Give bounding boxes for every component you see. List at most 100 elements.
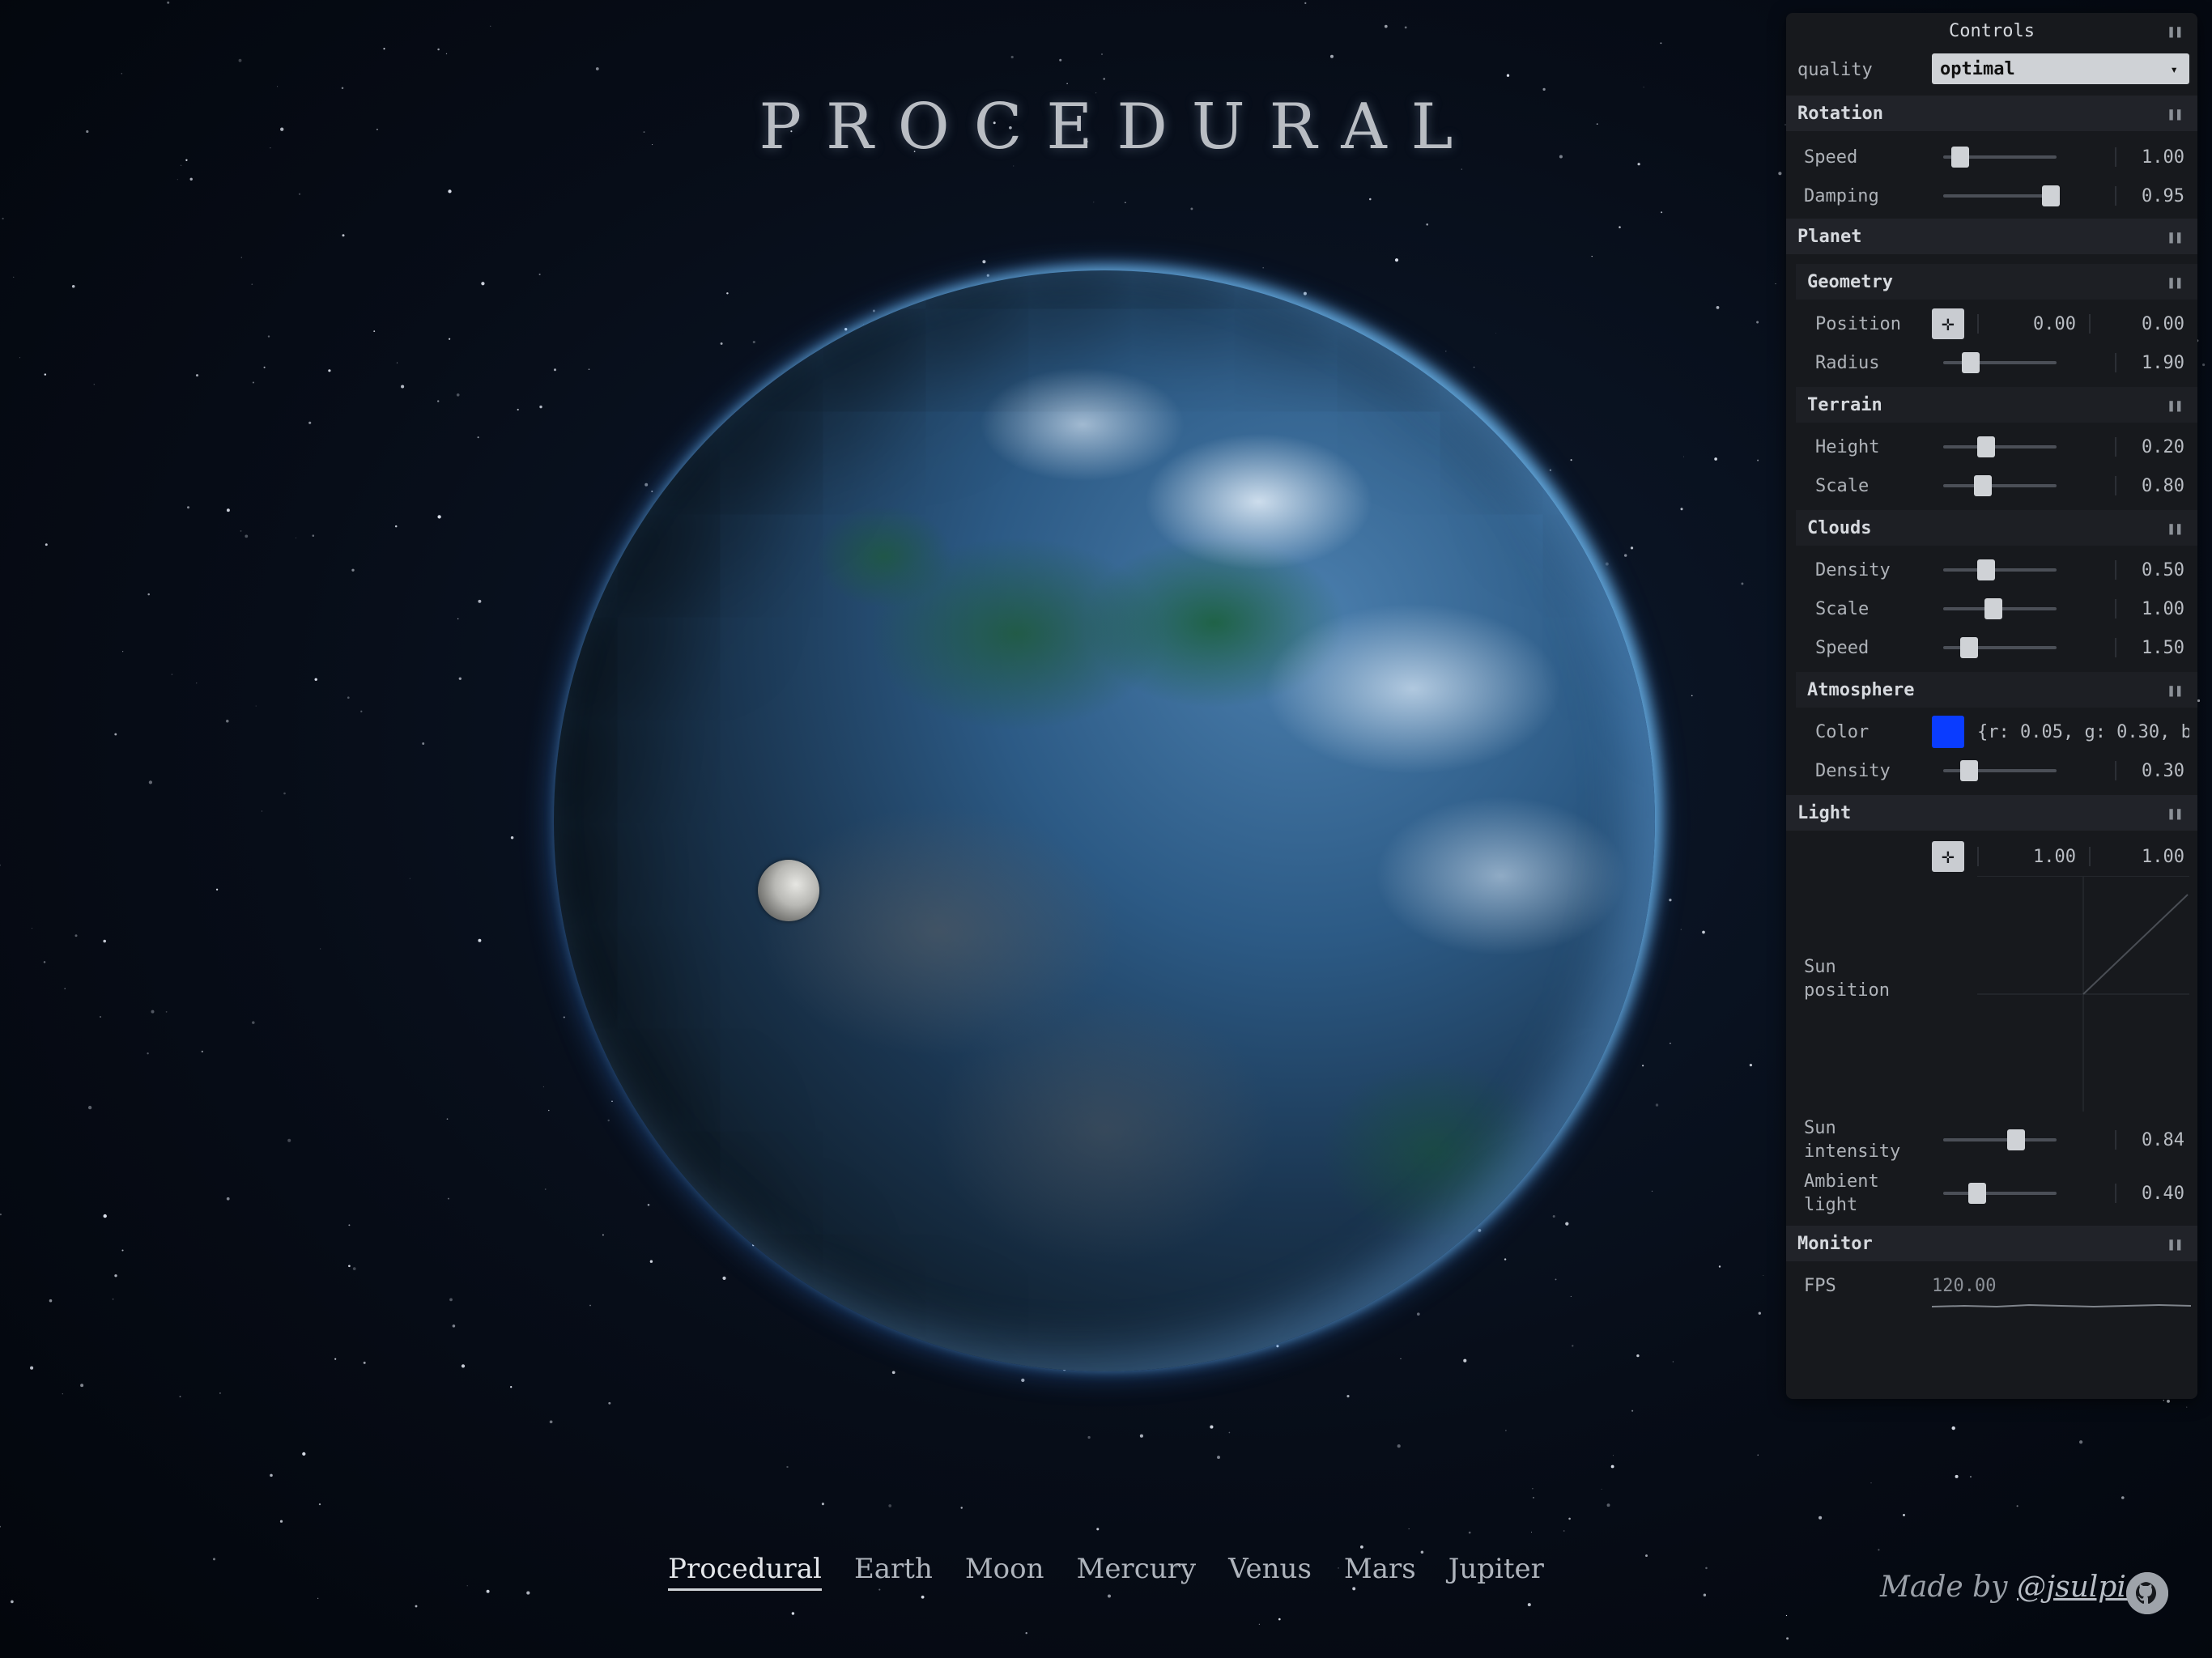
- quality-select[interactable]: optimal ▾: [1932, 53, 2189, 84]
- clouds-header[interactable]: Clouds ❚❚: [1796, 510, 2197, 546]
- planet[interactable]: [554, 270, 1655, 1371]
- slider-knob[interactable]: [1961, 352, 1980, 373]
- geometry-radius-label: Radius: [1815, 352, 1880, 373]
- radius-slider[interactable]: [1943, 352, 2057, 373]
- star: [348, 1224, 351, 1226]
- rotation-speed-value[interactable]: 1.00: [2142, 147, 2184, 168]
- slider-knob[interactable]: [1951, 147, 1969, 168]
- star: [539, 405, 542, 409]
- sun-position-pad[interactable]: [1977, 876, 2189, 1112]
- slider-knob[interactable]: [1977, 559, 1996, 580]
- nav-item-procedural[interactable]: Procedural: [668, 1553, 822, 1591]
- sun-position-pad-button[interactable]: ✛: [1932, 841, 1964, 872]
- rotation-header[interactable]: Rotation ❚❚: [1786, 96, 2197, 131]
- slider-knob[interactable]: [2006, 1129, 2025, 1150]
- clouds-density-value[interactable]: 0.50: [2142, 560, 2184, 580]
- terrain-header[interactable]: Terrain ❚❚: [1796, 387, 2197, 423]
- rotation-speed-slider[interactable]: [1943, 147, 2057, 168]
- position-pad-button[interactable]: ✛: [1932, 308, 1964, 339]
- sun-position-controls: ✛ 1.00 1.00: [1786, 840, 2197, 873]
- star: [526, 1591, 530, 1595]
- clouds-speed-slider[interactable]: [1943, 637, 2057, 658]
- star: [2197, 699, 2201, 703]
- clouds-speed-value[interactable]: 1.50: [2142, 638, 2184, 658]
- star: [1369, 198, 1372, 201]
- slider-knob[interactable]: [1974, 475, 1992, 496]
- ambient-light-slider[interactable]: [1943, 1183, 2057, 1204]
- star: [2121, 1496, 2125, 1499]
- light-header[interactable]: Light ❚❚: [1786, 795, 2197, 831]
- star: [165, 1011, 168, 1013]
- atmosphere-density-slider[interactable]: [1943, 760, 2057, 781]
- quality-row: quality optimal ▾: [1786, 53, 2197, 86]
- radius-value[interactable]: 1.90: [2142, 353, 2184, 373]
- atmosphere-header[interactable]: Atmosphere ❚❚: [1796, 672, 2197, 708]
- star: [1101, 53, 1103, 55]
- position-y-value[interactable]: 0.00: [2142, 314, 2184, 334]
- clouds-scale-slider[interactable]: [1943, 598, 2057, 619]
- star: [252, 1021, 255, 1024]
- planet-header[interactable]: Planet ❚❚: [1786, 219, 2197, 254]
- star: [49, 1299, 53, 1303]
- star: [437, 515, 441, 519]
- sun-intensity-value[interactable]: 0.84: [2142, 1130, 2184, 1150]
- quality-value: optimal: [1940, 58, 2015, 79]
- slider-knob[interactable]: [1960, 637, 1979, 658]
- star: [722, 1276, 726, 1280]
- star: [19, 357, 21, 359]
- star: [448, 338, 451, 340]
- ambient-light-value[interactable]: 0.40: [2142, 1184, 2184, 1204]
- grip-icon: ❚❚: [2167, 23, 2183, 39]
- monitor-header[interactable]: Monitor ❚❚: [1786, 1226, 2197, 1261]
- clouds-title: Clouds: [1807, 517, 1872, 538]
- star: [312, 534, 315, 537]
- terrain-height-value[interactable]: 0.20: [2142, 437, 2184, 457]
- star: [1096, 1528, 1100, 1531]
- rotation-damping-row: Damping 0.95: [1786, 180, 2197, 212]
- position-x-value[interactable]: 0.00: [2033, 314, 2076, 334]
- slider-knob[interactable]: [1968, 1183, 1986, 1204]
- slider-knob[interactable]: [1960, 760, 1979, 781]
- github-icon[interactable]: [2126, 1572, 2168, 1614]
- terrain-height-slider[interactable]: [1943, 436, 2057, 457]
- slider-knob[interactable]: [1977, 436, 1996, 457]
- star: [544, 1188, 547, 1190]
- star: [1672, 1361, 1674, 1363]
- sun-intensity-slider[interactable]: [1943, 1129, 2057, 1150]
- terrain-scale-value[interactable]: 0.80: [2142, 476, 2184, 496]
- rotation-damping-slider[interactable]: [1943, 185, 2060, 206]
- terrain-scale-slider[interactable]: [1943, 475, 2057, 496]
- nav-item-mars[interactable]: Mars: [1328, 1553, 1432, 1591]
- star: [647, 1204, 650, 1206]
- star: [347, 696, 350, 699]
- sun-position-y-value[interactable]: 1.00: [2142, 847, 2184, 867]
- grip-icon: ❚❚: [2167, 520, 2183, 536]
- clouds-density-slider[interactable]: [1943, 559, 2057, 580]
- star: [1408, 1528, 1410, 1529]
- clouds-scale-value[interactable]: 1.00: [2142, 599, 2184, 619]
- controls-header[interactable]: Controls ❚❚: [1786, 13, 2197, 49]
- nav-item-venus[interactable]: Venus: [1212, 1553, 1328, 1591]
- star: [548, 1109, 550, 1112]
- nav-item-jupiter[interactable]: Jupiter: [1432, 1553, 1560, 1591]
- star: [1651, 1190, 1653, 1192]
- nav-item-moon[interactable]: Moon: [949, 1553, 1061, 1591]
- author-link[interactable]: @jsulpis: [2017, 1571, 2141, 1604]
- star: [71, 284, 75, 288]
- slider-knob[interactable]: [1984, 598, 2002, 619]
- atmosphere-color-value[interactable]: {r: 0.05, g: 0.30, b: [1977, 722, 2189, 742]
- star: [1631, 1409, 1634, 1412]
- star: [1258, 1623, 1260, 1625]
- sun-position-x-value[interactable]: 1.00: [2033, 847, 2076, 867]
- geometry-header[interactable]: Geometry ❚❚: [1796, 264, 2197, 300]
- star: [1610, 1465, 1614, 1469]
- divider: [2115, 147, 2116, 167]
- divider: [2115, 186, 2116, 206]
- nav-item-earth[interactable]: Earth: [838, 1553, 949, 1591]
- atmosphere-density-value[interactable]: 0.30: [2142, 761, 2184, 781]
- star: [1552, 1215, 1555, 1218]
- rotation-damping-value[interactable]: 0.95: [2142, 186, 2184, 206]
- nav-item-mercury[interactable]: Mercury: [1061, 1553, 1213, 1591]
- slider-knob[interactable]: [2042, 185, 2060, 206]
- color-swatch[interactable]: [1932, 716, 1964, 748]
